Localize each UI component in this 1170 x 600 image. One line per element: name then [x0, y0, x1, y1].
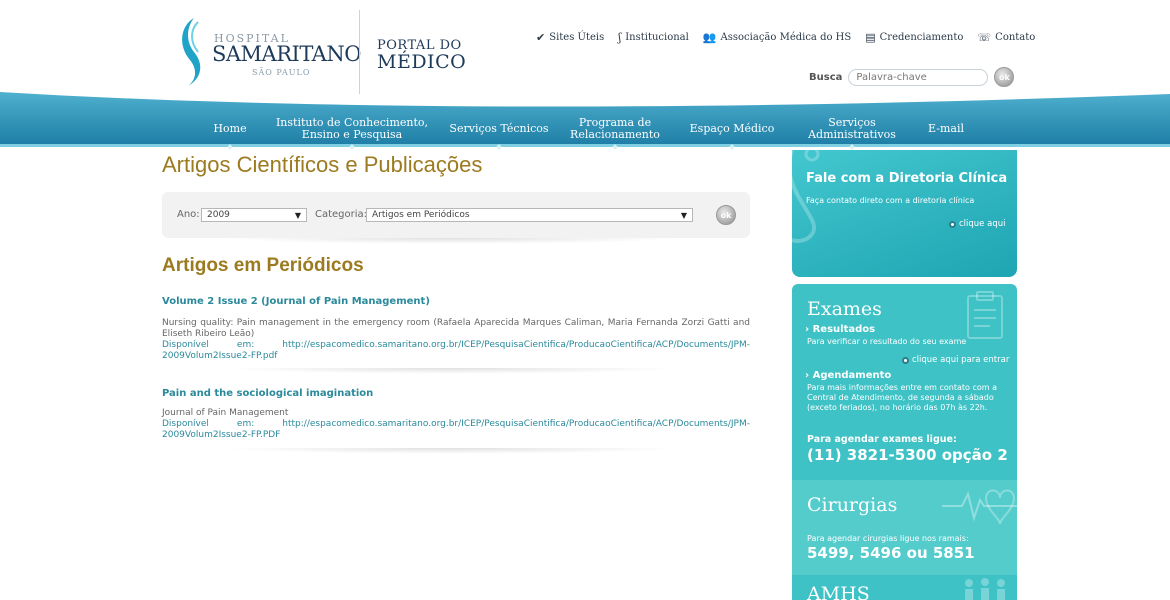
- filter-ok-button[interactable]: ok: [716, 205, 736, 225]
- top-link-institucional[interactable]: ʃ Institucional: [618, 31, 689, 44]
- nav-item-label: Instituto de Conhecimento, Ensino e Pesq…: [275, 115, 429, 141]
- exames-box: Exames › Resultados Para verificar o res…: [792, 284, 1017, 480]
- page-title: Artigos Científicos e Publicações: [162, 152, 483, 177]
- heart-pulse-icon: [942, 489, 1017, 525]
- article-link[interactable]: Disponível em: http://espacomedico.samar…: [162, 340, 750, 362]
- nav-item-servicos-administrativos[interactable]: Serviços Administrativos: [800, 111, 904, 150]
- resultados-link-label: clique aqui para entrar: [912, 355, 1010, 365]
- nav-item-label: Serviços Administrativos: [808, 115, 896, 141]
- amhs-title: AMHS: [807, 583, 870, 600]
- top-link-label: Associação Médica do HS: [720, 32, 852, 43]
- cirurgias-ramais: 5499, 5496 ou 5851: [807, 544, 975, 562]
- bullet-icon: [902, 356, 909, 364]
- search-ok-button[interactable]: ok: [994, 67, 1015, 87]
- search-input[interactable]: [848, 68, 989, 86]
- top-link-label: Institucional: [625, 32, 689, 43]
- nav-item-email[interactable]: E-mail: [916, 111, 976, 146]
- ano-select-value: 2009: [207, 210, 230, 220]
- article-description: Nursing quality: Pain management in the …: [162, 318, 750, 339]
- phone-icon: ☏: [977, 31, 992, 44]
- search-bar: Busca ok: [809, 67, 1015, 87]
- top-link-label: Credenciamento: [879, 32, 964, 43]
- top-link-associacao[interactable]: 👥 Associação Médica do HS: [703, 31, 851, 44]
- article-item: Volume 2 Issue 2 (Journal of Pain Manage…: [162, 296, 750, 374]
- filter-shadow: [220, 238, 680, 244]
- article-description: Journal of Pain Management: [162, 408, 289, 418]
- id-card-icon: ▤: [865, 31, 876, 44]
- top-links: ✔ Sites Úteis ʃ Institucional 👥 Associaç…: [536, 31, 1035, 44]
- categoria-label: Categoria:: [315, 209, 368, 220]
- people-group-icon: [965, 578, 1005, 600]
- top-link-label: Sites Úteis: [549, 32, 605, 43]
- section-title: Artigos em Periódicos: [162, 255, 364, 276]
- header: HOSPITAL SAMARITANO SÃO PAULO PORTAL DO …: [0, 0, 1170, 100]
- logo-divider: [359, 10, 360, 94]
- caret-down-icon: ▼: [294, 210, 301, 220]
- diretoria-link[interactable]: clique aqui: [949, 219, 1005, 229]
- exames-title: Exames: [807, 298, 882, 320]
- caret-down-icon: ▼: [680, 210, 687, 220]
- nav-item-label: Espaço Médico: [689, 121, 775, 135]
- agendamento-text: Para mais informações entre em contato c…: [807, 383, 997, 412]
- nav-item-label: Programa de Relacionamento: [570, 115, 660, 141]
- cirurgias-title: Cirurgias: [807, 494, 898, 516]
- top-link-credenciamento[interactable]: ▤ Credenciamento: [865, 31, 963, 44]
- top-link-label: Contato: [995, 32, 1036, 43]
- search-label: Busca: [809, 71, 843, 83]
- nav-items: Home Instituto de Conhecimento, Ensino e…: [0, 111, 1170, 150]
- chevron-down-icon: ✔: [536, 31, 546, 44]
- article-separator: [222, 368, 682, 374]
- nav-item-label: E-mail: [928, 121, 964, 135]
- sidebar: Fale com a Diretoria Clínica Faça contat…: [792, 150, 1017, 600]
- exames-phone: (11) 3821-5300 opção 2: [807, 446, 1008, 464]
- logo-city-text: SÃO PAULO: [252, 68, 311, 77]
- swoosh-icon: ʃ: [618, 31, 622, 44]
- diretoria-title: Fale com a Diretoria Clínica: [806, 171, 1008, 186]
- resultados-text: Para verificar o resultado do seu exame: [807, 337, 967, 346]
- categoria-select-value: Artigos em Periódicos: [372, 210, 470, 220]
- clipboard-icon: [967, 291, 1003, 339]
- ano-label: Ano:: [177, 209, 200, 220]
- cirurgias-text: Para agendar cirurgias ligue nos ramais:: [807, 534, 969, 543]
- nav-item-instituto[interactable]: Instituto de Conhecimento, Ensino e Pesq…: [272, 111, 432, 150]
- nav-item-label: Serviços Técnicos: [449, 121, 549, 135]
- exames-phone-label: Para agendar exames ligue:: [807, 434, 957, 445]
- nav-item-label: Home: [213, 121, 247, 135]
- top-link-sites-uteis[interactable]: ✔ Sites Úteis: [536, 31, 604, 44]
- amhs-box: AMHS: [792, 575, 1017, 600]
- diretoria-link-label: clique aqui: [959, 219, 1006, 229]
- article-item: Pain and the sociological imagination Jo…: [162, 388, 750, 454]
- logo-name-text: SAMARITANO: [212, 42, 361, 66]
- nav-item-home[interactable]: Home: [200, 111, 260, 150]
- ano-select[interactable]: 2009 ▼: [201, 208, 307, 222]
- article-title[interactable]: Pain and the sociological imagination: [162, 388, 750, 399]
- resultados-title: › Resultados: [805, 324, 876, 335]
- nav-item-servicos-tecnicos[interactable]: Serviços Técnicos: [444, 111, 554, 150]
- top-link-contato[interactable]: ☏ Contato: [977, 31, 1035, 44]
- logo-swoosh-icon: [182, 18, 201, 86]
- article-separator: [222, 448, 682, 454]
- agendamento-title: › Agendamento: [805, 370, 892, 381]
- article-title[interactable]: Volume 2 Issue 2 (Journal of Pain Manage…: [162, 296, 750, 307]
- portal-title: PORTAL DO MÉDICO: [377, 38, 466, 73]
- main-nav: Home Instituto de Conhecimento, Ensino e…: [0, 88, 1170, 150]
- nav-item-programa[interactable]: Programa de Relacionamento: [560, 111, 670, 150]
- article-link[interactable]: Disponível em: http://espacomedico.samar…: [162, 419, 750, 441]
- resultados-link[interactable]: clique aqui para entrar: [902, 355, 1009, 365]
- bullet-icon: [949, 220, 956, 228]
- categoria-select[interactable]: Artigos em Periódicos ▼: [366, 208, 693, 222]
- people-icon: 👥: [702, 31, 717, 44]
- hospital-logo[interactable]: HOSPITAL SAMARITANO SÃO PAULO: [172, 16, 361, 88]
- filter-box: Ano: 2009 ▼ Categoria: Artigos em Periód…: [162, 192, 750, 238]
- portal-line2: MÉDICO: [377, 51, 467, 73]
- diretoria-box: Fale com a Diretoria Clínica Faça contat…: [792, 150, 1017, 277]
- nav-item-espaco-medico[interactable]: Espaço Médico: [682, 111, 782, 150]
- cirurgias-box: Cirurgias Para agendar cirurgias ligue n…: [792, 480, 1017, 575]
- diretoria-subtitle: Faça contato direto com a diretoria clín…: [806, 196, 975, 205]
